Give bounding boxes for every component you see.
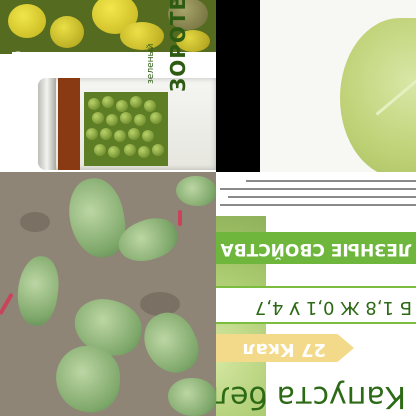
radish-plant bbox=[13, 253, 63, 329]
properties-label: ЛЕЗНЫЕ СВОЙСТВА bbox=[220, 239, 412, 259]
radish-plant bbox=[176, 176, 216, 206]
can-weight-label: 400 bbox=[9, 50, 24, 78]
radish-plant bbox=[135, 304, 207, 382]
garden-field-photo bbox=[0, 172, 216, 416]
body-text-lines bbox=[216, 172, 416, 210]
peas-image bbox=[84, 92, 168, 166]
calories-label: 27 Ккал bbox=[242, 339, 326, 360]
nutrients-label: Б 1,8 Ж 0,1 У 4,7 bbox=[254, 297, 412, 318]
infographic-title: Капуста бел bbox=[216, 379, 406, 414]
radish-plant bbox=[168, 378, 216, 416]
can-brand-label: ЗОРОТЕК bbox=[166, 0, 190, 92]
image-collage: 400 зеленый ЗОРОТЕК Капуста бел 27 Ккал bbox=[0, 0, 416, 416]
cabbage-infographic: Капуста бел 27 Ккал Б 1,8 Ж 0,1 У 4,7 ЛЕ… bbox=[216, 172, 416, 416]
can-subtitle: зеленый bbox=[146, 43, 156, 84]
cabbage-leaf-photo bbox=[216, 0, 416, 172]
peas-can-photo: 400 зеленый ЗОРОТЕК bbox=[0, 0, 216, 172]
